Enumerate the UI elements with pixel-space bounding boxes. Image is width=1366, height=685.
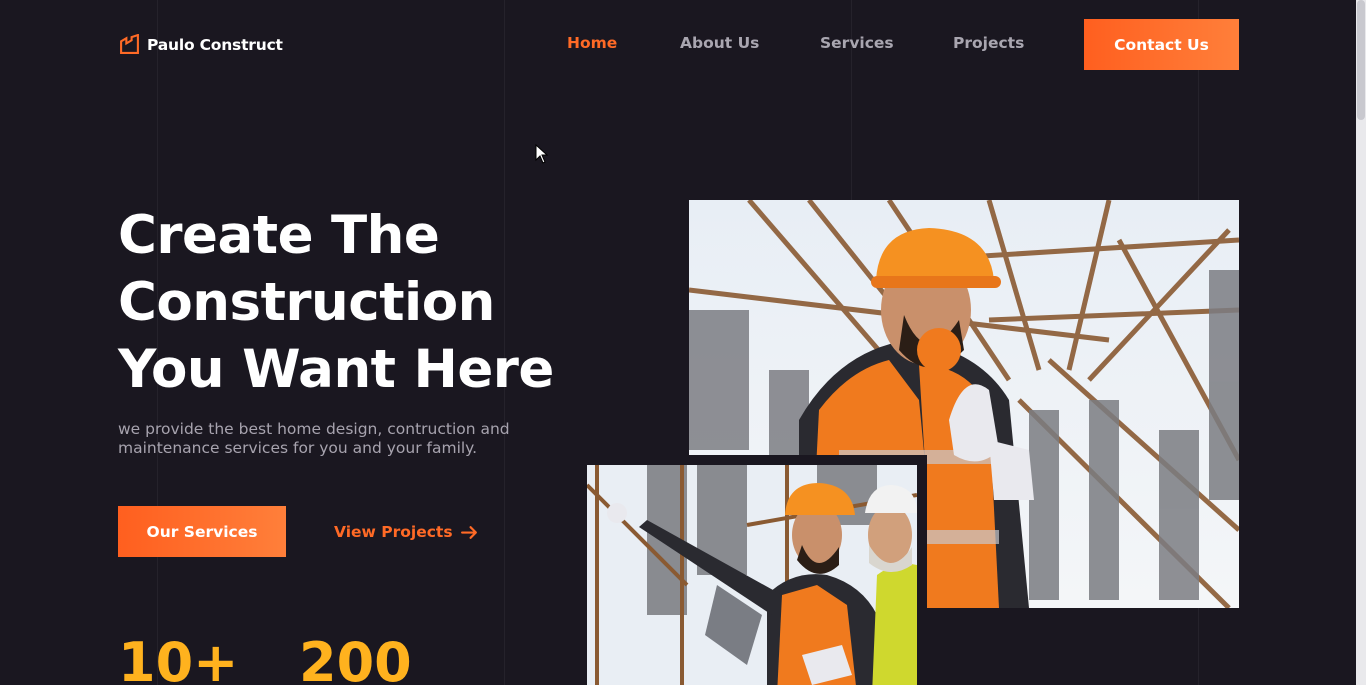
brand-logo[interactable]: Paulo Construct — [119, 34, 283, 55]
mouse-cursor-icon — [535, 144, 549, 164]
view-projects-link[interactable]: View Projects — [334, 521, 478, 543]
nav-item-about-us[interactable]: About Us — [680, 34, 759, 52]
page-scrollbar[interactable] — [1356, 0, 1366, 685]
scrollbar-thumb[interactable] — [1357, 0, 1365, 120]
nav-item-services[interactable]: Services — [820, 34, 894, 52]
nav-item-projects[interactable]: Projects — [953, 34, 1024, 52]
hero-title-line: Construction — [118, 272, 495, 333]
hero-title: Create The Construction You Want Here — [118, 202, 588, 403]
arrow-right-icon — [460, 525, 477, 539]
view-projects-label: View Projects — [334, 523, 453, 541]
landing-page: Paulo Construct Home About Us Services P… — [0, 0, 1356, 685]
stat-projects: 200 — [299, 631, 412, 685]
our-services-button[interactable]: Our Services — [118, 506, 286, 557]
hero-subtitle: we provide the best home design, contruc… — [118, 420, 510, 457]
contact-us-button[interactable]: Contact Us — [1084, 19, 1239, 70]
nav-item-home[interactable]: Home — [567, 34, 617, 52]
hero-photo-team — [587, 465, 917, 685]
hero-title-line: You Want Here — [118, 339, 554, 400]
hero-title-line: Create The — [118, 205, 440, 266]
building-outline-icon — [120, 34, 139, 54]
stat-years: 10+ — [118, 631, 239, 685]
brand-name: Paulo Construct — [147, 35, 283, 54]
